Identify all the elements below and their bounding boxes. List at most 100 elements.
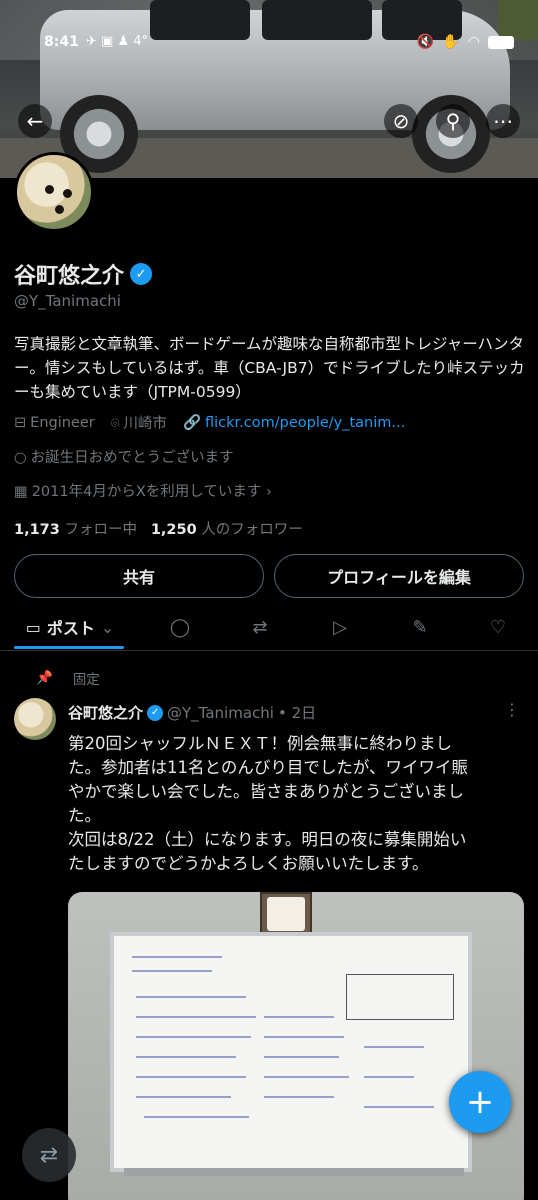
article-icon: ✎ <box>412 616 428 638</box>
whiteboard-writing <box>364 1106 434 1108</box>
post-text-line: 次回は8/22（土）になります。明日の夜に募集開始い <box>68 830 467 849</box>
tab-posts[interactable]: ▭ ポスト ⌄ <box>18 612 122 642</box>
post-header: 谷町悠之介 ✓ @Y_Tanimachi • 2日 <box>68 702 316 723</box>
whiteboard-writing <box>136 1056 236 1058</box>
whiteboard-writing <box>264 1016 334 1018</box>
arrow-left-icon: ← <box>26 109 44 133</box>
post-timestamp[interactable]: • 2日 <box>278 702 316 723</box>
whiteboard-writing <box>136 996 246 998</box>
media-icon: ▷ <box>333 616 347 638</box>
tab-reposts[interactable]: ⇄ <box>246 612 274 642</box>
location-pin-icon: ⌾ <box>110 416 120 432</box>
search-button[interactable]: ⚲ <box>436 104 470 138</box>
profile-website[interactable]: 🔗 flickr.com/people/y_tanim... <box>183 414 405 431</box>
profile-meta-row: ⊟ Engineer ⌾ 川崎市 🔗 flickr.com/people/y_tani… <box>14 412 405 433</box>
tab-articles[interactable]: ✎ <box>406 612 434 642</box>
chevron-right-icon: › <box>265 484 272 500</box>
post-more-icon[interactable]: ⋮ <box>504 700 520 719</box>
profile-tabs: ▭ ポスト ⌄ ◯ ⇄ ▷ ✎ ♡ <box>0 606 538 649</box>
post-text: 第20回シャッフルＮＥＸＴ！例会無事に終わりまし た。参加者は11名とのんびり目… <box>68 732 528 876</box>
profile-joined[interactable]: ▦ 2011年4月からXを利用しています › <box>14 480 272 501</box>
whiteboard-box <box>346 974 454 1020</box>
whiteboard-writing <box>364 1076 414 1078</box>
repost-icon: ⇄ <box>39 1142 59 1168</box>
pinned-label: 固定 <box>72 672 100 688</box>
followers-link[interactable]: 1,250 人のフォロワー <box>151 522 303 538</box>
balloon-icon: ○ <box>14 450 27 466</box>
post-author-name[interactable]: 谷町悠之介 <box>68 702 143 723</box>
tab-media[interactable]: ▷ <box>326 612 354 642</box>
plus-icon: + <box>465 1082 495 1122</box>
hand-icon: ✋ <box>442 34 460 50</box>
floating-repost-button[interactable]: ⇄ <box>22 1128 76 1182</box>
briefcase-icon: ⊟ <box>14 414 27 431</box>
profile-name-row: 谷町悠之介 ✓ <box>14 258 153 290</box>
hide-button[interactable]: ⊘ <box>384 104 418 138</box>
website-text[interactable]: flickr.com/people/y_tanim... <box>205 415 405 431</box>
post-text-line: た。 <box>68 806 101 825</box>
post-text-line: たしますのでどうかよろしくお願いいたします。 <box>68 854 429 873</box>
wifi-icon: ◠ <box>467 34 480 50</box>
reply-bubble-icon: ◯ <box>169 616 191 638</box>
whiteboard-writing <box>136 1036 251 1038</box>
posts-tab-icon: ▭ <box>25 617 41 637</box>
tab-likes[interactable]: ♡ <box>484 612 512 642</box>
whiteboard-writing <box>364 1046 424 1048</box>
slash-circle-icon: ⊘ <box>392 109 410 133</box>
whiteboard-writing <box>264 1096 334 1098</box>
following-label: フォロー中 <box>64 522 137 538</box>
whiteboard-tray <box>124 1168 464 1176</box>
tab-posts-label: ポスト <box>46 619 95 638</box>
compose-post-button[interactable]: + <box>449 1071 511 1133</box>
post-photo[interactable] <box>68 892 524 1200</box>
status-right-icons: 🔇 ✋ ◠ <box>417 34 514 50</box>
whiteboard <box>110 932 472 1172</box>
more-icon: ⋯ <box>493 109 513 133</box>
battery-icon <box>488 35 514 49</box>
status-time: 8:41 <box>44 34 79 50</box>
edit-profile-button[interactable]: プロフィールを編集 <box>274 554 524 598</box>
job-text: Engineer <box>30 414 95 431</box>
tabs-divider <box>0 650 538 651</box>
profile-banner[interactable] <box>0 0 538 178</box>
whiteboard-writing <box>136 1076 246 1078</box>
whiteboard-writing <box>264 1036 344 1038</box>
followers-label: 人のフォロワー <box>201 522 303 538</box>
following-link[interactable]: 1,173 フォロー中 <box>14 522 137 538</box>
profile-handle: @Y_Tanimachi <box>14 292 121 310</box>
avatar-detail <box>55 205 64 214</box>
search-icon: ⚲ <box>445 109 461 133</box>
status-left-icons: ✈ ▣ ♟ 4° <box>86 34 148 49</box>
profile-location: ⌾ 川崎市 <box>111 412 167 433</box>
follow-stats: 1,173 フォロー中 1,250 人のフォロワー <box>14 518 303 539</box>
whiteboard-writing <box>132 956 222 958</box>
calendar-icon: ▦ <box>14 484 28 500</box>
whiteboard-writing <box>136 1016 256 1018</box>
joined-text: 2011年4月からXを利用しています <box>31 484 262 500</box>
verified-badge-icon: ✓ <box>147 704 164 721</box>
active-tab-indicator <box>14 646 124 649</box>
post-text-line: 第20回シャッフルＮＥＸＴ！例会無事に終わりまし <box>68 734 452 753</box>
mute-icon: 🔇 <box>416 34 435 50</box>
post-author-avatar[interactable] <box>14 698 56 740</box>
profile-birthday: ○ お誕生日おめでとうございます <box>14 446 234 467</box>
chevron-down-icon: ⌄ <box>100 617 115 637</box>
link-icon: 🔗 <box>182 415 201 431</box>
location-text: 川崎市 <box>123 416 167 432</box>
wall-clock <box>260 892 312 936</box>
back-button[interactable]: ← <box>18 104 52 138</box>
tab-replies[interactable]: ◯ <box>166 612 194 642</box>
profile-avatar[interactable] <box>14 152 94 232</box>
share-button[interactable]: 共有 <box>14 554 264 598</box>
post-text-line: やかで楽しい会でした。皆さまありがとうございまし <box>68 782 464 801</box>
post-author-handle[interactable]: @Y_Tanimachi <box>167 704 274 722</box>
whiteboard-writing <box>264 1076 349 1078</box>
clock-face <box>267 897 305 931</box>
profile-name: 谷町悠之介 <box>14 264 125 289</box>
whiteboard-writing <box>132 970 212 972</box>
more-options-button[interactable]: ⋯ <box>486 104 520 138</box>
whiteboard-writing <box>144 1116 249 1118</box>
verified-badge-icon[interactable]: ✓ <box>130 263 153 285</box>
birthday-text: お誕生日おめでとうございます <box>30 450 234 466</box>
followers-count: 1,250 <box>150 522 197 538</box>
